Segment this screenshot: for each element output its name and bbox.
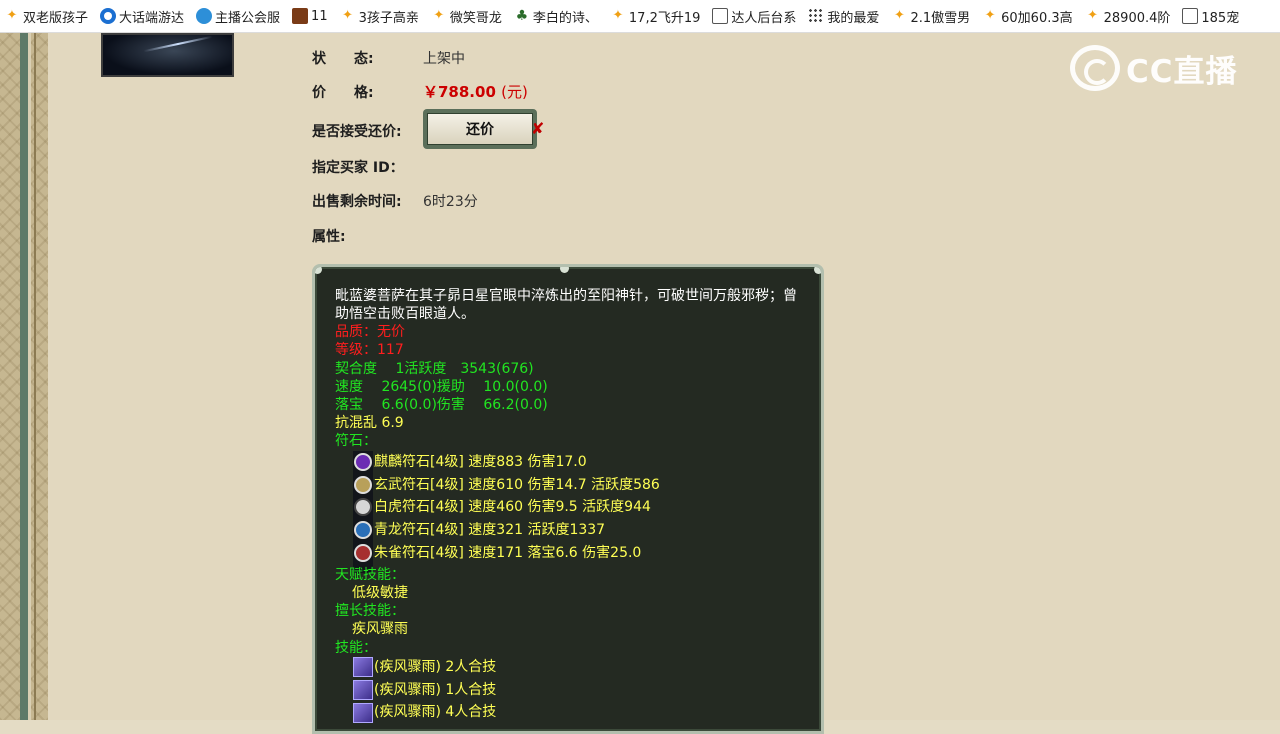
bookmark-label: 主播公会服 (215, 10, 281, 26)
skill-icon (353, 657, 373, 677)
qinglong-rune-icon (354, 521, 372, 539)
bookmark-label: 17,2飞升19 (628, 10, 701, 26)
grid-icon (808, 8, 825, 24)
panel-corner (560, 267, 569, 273)
star-icon: ✦ (1087, 8, 1099, 23)
cc-logo-text: CC直播 (1126, 53, 1238, 90)
border-rail (28, 33, 31, 720)
doc-icon (712, 8, 729, 24)
bookmark-label: 我的最爱 (827, 10, 880, 26)
special-skill-title: 擅长技能： (335, 603, 405, 619)
game-icon (292, 8, 309, 24)
bookmark-item[interactable]: 大话端游达 (96, 0, 192, 32)
qilin-rune-icon (354, 453, 372, 471)
rune-line: 青龙符石[4级] 速度321 活跃度1337 (374, 522, 606, 538)
left-decorative-border (0, 33, 48, 720)
status-value: 上架中 (423, 51, 465, 67)
bookmark-item[interactable]: ✦ 60加60.3高 (978, 0, 1081, 32)
bookmark-item[interactable]: ✦ 2.1傲雪男 (887, 0, 978, 32)
bookmark-item[interactable]: 11 (288, 0, 336, 32)
star-icon: ✦ (433, 8, 445, 23)
skills-title: 技能： (335, 640, 377, 656)
bookmark-label: 60加60.3高 (1001, 10, 1073, 26)
stat-line: 契合度 1活跃度 3543(676) (335, 361, 534, 377)
xuanwu-rune-icon (354, 476, 372, 494)
bookmark-item[interactable]: 我的最爱 (804, 0, 887, 32)
star-icon: ✦ (984, 8, 996, 23)
panel-corner (814, 267, 821, 274)
rune-line: 玄武符石[4级] 速度610 伤害14.7 活跃度586 (374, 477, 660, 493)
skill-icon (353, 680, 373, 700)
bookmark-label: 李白的诗、 (532, 10, 598, 26)
attributes-label: 属性: (312, 229, 346, 245)
bookmark-label: 28900.4阶 (1103, 10, 1171, 26)
item-description: 毗蓝婆菩萨在其子昴日星官眼中淬炼出的至阳神针，可破世间万般邪秽；曾助悟空击败百眼… (335, 288, 797, 322)
star-icon: ✦ (6, 8, 18, 23)
price-value: ￥788.00 (元) (423, 81, 528, 102)
level-line: 等级：117 (335, 342, 404, 358)
circle-logo-icon (100, 8, 117, 24)
price-unit: (元) (501, 83, 528, 101)
price-amount: ￥788.00 (423, 83, 496, 101)
bookmark-label: 185宠 (1201, 10, 1240, 26)
bookmark-label: 11 (311, 8, 328, 24)
border-rail (34, 33, 36, 720)
skill-line: (疾风骤雨) 4人合技 (374, 704, 497, 720)
bookmark-item[interactable]: ✦ 双老版孩子 (0, 0, 96, 32)
item-thumbnail[interactable] (101, 33, 234, 77)
skill-line: (疾风骤雨) 2人合技 (374, 659, 497, 675)
counter-offer-label: 是否接受还价: (312, 124, 402, 140)
bookmark-item[interactable]: ✦ 17,2飞升19 (606, 0, 709, 32)
cc-live-logo: CC直播 (1070, 44, 1238, 92)
bookmark-label: 达人后台系 (731, 10, 797, 26)
counter-offer-button-label: 还价 (427, 113, 533, 145)
talent-title: 天赋技能： (335, 567, 405, 583)
status-label: 状 态: (312, 51, 374, 67)
attributes-panel: 毗蓝婆菩萨在其子昴日星官眼中淬炼出的至阳神针，可破世间万般邪秽；曾助悟空击败百眼… (312, 264, 824, 734)
bookmark-label: 大话端游达 (119, 10, 185, 26)
reject-mark-icon: ✘ (531, 119, 545, 138)
bookmark-item[interactable]: ✦ 28900.4阶 (1081, 0, 1179, 32)
bookmark-label: 微笑哥龙 (449, 10, 502, 26)
special-skill-value: 疾风骤雨 (352, 621, 408, 637)
panel-corner (315, 267, 322, 274)
leaf-icon: ♣ (515, 8, 529, 24)
quality-line: 品质：无价 (335, 324, 405, 340)
doc-icon (1182, 8, 1199, 24)
skill-line: (疾风骤雨) 1人合技 (374, 682, 497, 698)
counter-offer-button[interactable]: 还价 (423, 109, 537, 149)
cc-logo-icon (1070, 45, 1120, 91)
baihu-rune-icon (354, 498, 372, 516)
star-icon: ✦ (612, 8, 624, 23)
bookmark-label: 3孩子高亲 (358, 10, 419, 26)
stat-line: 速度 2645(0)援助 10.0(0.0) (335, 379, 548, 395)
border-rail (20, 33, 28, 720)
stat-line: 落宝 6.6(0.0)伤害 66.2(0.0) (335, 397, 548, 413)
cloud-icon (196, 8, 213, 24)
rune-line: 白虎符石[4级] 速度460 伤害9.5 活跃度944 (374, 499, 651, 515)
anti-chaos-line: 抗混乱 6.9 (335, 415, 404, 431)
bookmark-item[interactable]: ✦ 微笑哥龙 (427, 0, 510, 32)
rune-line: 朱雀符石[4级] 速度171 落宝6.6 伤害25.0 (374, 545, 642, 561)
bookmarks-bar: ✦ 双老版孩子 大话端游达 主播公会服 11 ✦ 3孩子高亲 ✦ 微笑哥龙 ♣ 李白的诗… (0, 0, 1280, 33)
bookmark-item[interactable]: ✦ 3孩子高亲 (336, 0, 427, 32)
price-label: 价 格: (312, 85, 374, 101)
star-icon: ✦ (342, 8, 354, 23)
bookmark-label: 双老版孩子 (23, 10, 89, 26)
star-icon: ✦ (893, 8, 905, 23)
runes-title: 符石： (335, 433, 377, 449)
bookmark-item[interactable]: ♣ 李白的诗、 (510, 0, 606, 32)
zhuque-rune-icon (354, 544, 372, 562)
bookmark-item[interactable]: 185宠 (1178, 0, 1247, 32)
bookmark-label: 2.1傲雪男 (910, 10, 971, 26)
skill-icon (353, 703, 373, 723)
talent-value: 低级敏捷 (352, 585, 408, 601)
bookmark-item[interactable]: 达人后台系 (708, 0, 804, 32)
buyer-id-label: 指定买家 ID： (312, 160, 404, 176)
rune-line: 麒麟符石[4级] 速度883 伤害17.0 (374, 454, 587, 470)
bookmark-item[interactable]: 主播公会服 (192, 0, 288, 32)
time-remaining-label: 出售剩余时间: (312, 194, 402, 210)
time-remaining-value: 6时23分 (423, 194, 478, 210)
